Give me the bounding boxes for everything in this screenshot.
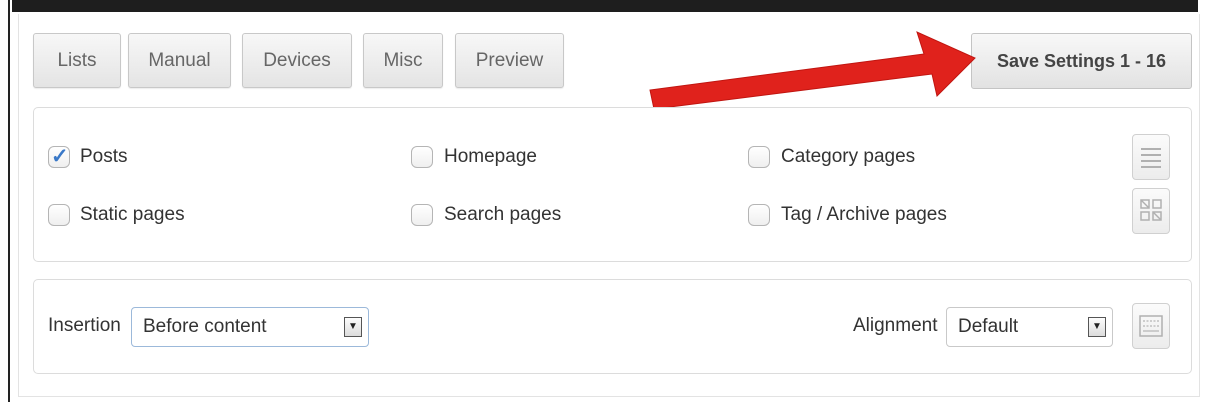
alignment-options-button[interactable] (1132, 303, 1170, 349)
checkbox-static-pages[interactable] (48, 204, 70, 226)
checkbox-search-pages-label: Search pages (444, 204, 562, 225)
window-top-bar (12, 0, 1198, 12)
tab-misc[interactable]: Misc (363, 33, 443, 88)
list-icon (1141, 148, 1161, 168)
window-left-edge (8, 0, 10, 402)
chevron-down-icon: ▼ (1088, 317, 1106, 337)
tab-preview[interactable]: Preview (455, 33, 564, 88)
checkbox-category-pages-label: Category pages (781, 146, 916, 167)
checkbox-homepage-label: Homepage (444, 146, 537, 167)
annotation-arrow-shape (649, 31, 976, 110)
tab-manual[interactable]: Manual (128, 33, 231, 88)
alignment-select[interactable]: Default ▼ (946, 307, 1113, 347)
chevron-down-icon: ▼ (344, 317, 362, 337)
alignment-select-value: Default (958, 316, 1019, 337)
grid-view-button[interactable] (1132, 188, 1170, 234)
checkbox-posts[interactable]: ✓ (48, 145, 70, 168)
checkbox-tag-archive-pages-label: Tag / Archive pages (781, 204, 947, 225)
insertion-select-value: Before content (143, 316, 267, 337)
checkbox-search-pages[interactable] (411, 204, 433, 226)
tab-devices[interactable]: Devices (242, 33, 352, 88)
checkmark-icon: ✓ (51, 145, 69, 168)
insertion-label: Insertion (48, 315, 121, 336)
checkbox-static-pages-label: Static pages (80, 204, 185, 225)
alignment-label: Alignment (853, 315, 938, 336)
page-types-box (33, 107, 1192, 262)
save-settings-button[interactable]: Save Settings 1 - 16 (971, 33, 1192, 89)
checkbox-homepage[interactable] (411, 146, 433, 168)
tab-lists[interactable]: Lists (33, 33, 121, 88)
checkbox-tag-archive-pages[interactable] (748, 204, 770, 226)
insertion-select[interactable]: Before content ▼ (131, 307, 369, 347)
grid-icon (1140, 199, 1162, 221)
checkbox-posts-label: Posts (80, 146, 128, 167)
list-view-button[interactable] (1132, 134, 1170, 180)
keyboard-icon (1139, 315, 1163, 337)
checkbox-category-pages[interactable] (748, 146, 770, 168)
